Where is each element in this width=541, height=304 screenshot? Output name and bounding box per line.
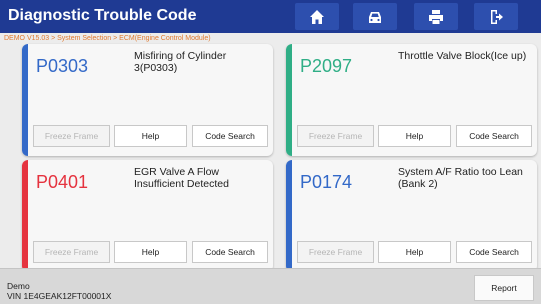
- dtc-description: Misfiring of Cylinder 3(P0303): [134, 50, 227, 74]
- vehicle-info: Demo VIN 1E4GEAK12FT00001X: [7, 281, 111, 301]
- vehicle-name: Demo: [7, 281, 30, 291]
- help-button[interactable]: Help: [378, 241, 451, 263]
- code-search-button[interactable]: Code Search: [456, 125, 532, 147]
- card-color-bar: [22, 160, 28, 272]
- dtc-code: P0401: [36, 172, 89, 192]
- car-icon: [369, 11, 381, 23]
- breadcrumb: DEMO V15.03 > System Selection > ECM(Eng…: [4, 35, 211, 42]
- dtc-description: System A/F Ratio too Lean (Bank 2): [398, 166, 523, 190]
- card-color-bar: [286, 44, 292, 156]
- dtc-description: Throttle Valve Block(Ice up): [398, 50, 527, 62]
- help-button[interactable]: Help: [378, 125, 451, 147]
- dtc-card: P0303 Misfiring of Cylinder 3(P0303) Fre…: [22, 44, 273, 156]
- code-search-button[interactable]: Code Search: [192, 125, 268, 147]
- code-search-button[interactable]: Code Search: [456, 241, 532, 263]
- home-icon: [310, 9, 324, 24]
- dtc-code: P0174: [300, 172, 353, 192]
- freeze-frame-button[interactable]: Freeze Frame: [33, 125, 110, 147]
- help-button[interactable]: Help: [114, 241, 187, 263]
- card-color-bar: [286, 160, 292, 272]
- report-button[interactable]: Report: [474, 275, 534, 301]
- vehicle-vin: VIN 1E4GEAK12FT00001X: [7, 291, 112, 301]
- dtc-card: P2097 Throttle Valve Block(Ice up) Freez…: [286, 44, 537, 156]
- dtc-card: P0401 EGR Valve A Flow Insufficient Dete…: [22, 160, 273, 272]
- freeze-frame-button[interactable]: Freeze Frame: [33, 241, 110, 263]
- footer-bar: Demo VIN 1E4GEAK12FT00001X Report: [0, 268, 541, 304]
- dtc-code: P2097: [300, 56, 353, 76]
- freeze-frame-button[interactable]: Freeze Frame: [297, 125, 374, 147]
- vehicle-button[interactable]: [353, 3, 397, 30]
- dtc-description: EGR Valve A Flow Insufficient Detected: [134, 166, 229, 190]
- code-search-button[interactable]: Code Search: [192, 241, 268, 263]
- home-button[interactable]: [295, 3, 339, 30]
- dtc-card: P0174 System A/F Ratio too Lean (Bank 2)…: [286, 160, 537, 272]
- dtc-code: P0303: [36, 56, 89, 76]
- print-icon: [429, 9, 443, 24]
- freeze-frame-button[interactable]: Freeze Frame: [297, 241, 374, 263]
- exit-button[interactable]: [474, 3, 518, 30]
- exit-icon: [491, 9, 503, 24]
- help-button[interactable]: Help: [114, 125, 187, 147]
- page-title: Diagnostic Trouble Code: [8, 7, 197, 24]
- card-color-bar: [22, 44, 28, 156]
- print-button[interactable]: [414, 3, 458, 30]
- header-bar: Diagnostic Trouble Code: [0, 0, 541, 33]
